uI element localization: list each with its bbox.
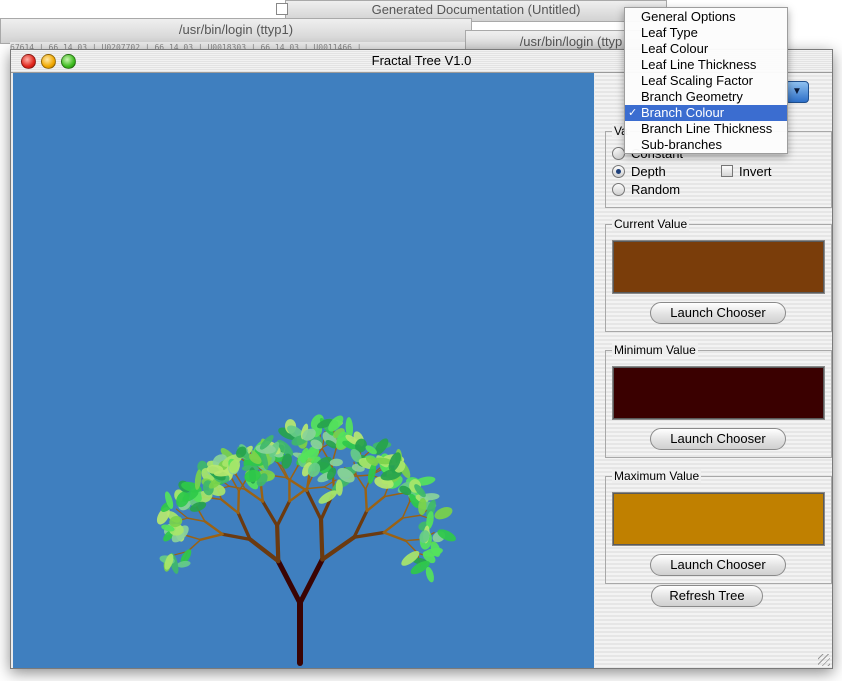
options-panel: ▼ Va Constant Depth Random Invert Curren… [595, 73, 832, 668]
menu-item-label: Sub-branches [641, 137, 722, 152]
menu-item-leaf-line-thickness[interactable]: Leaf Line Thickness [625, 57, 787, 73]
checkmark-icon: ✓ [628, 107, 638, 119]
bg-window-title: /usr/bin/login (ttyp [519, 34, 623, 49]
menu-item-label: Branch Line Thickness [641, 121, 773, 136]
checkbox-label: Invert [739, 164, 772, 179]
minimum-value-label: Minimum Value [612, 343, 698, 357]
bg-window-title: /usr/bin/login (ttyp1) [178, 22, 294, 37]
menu-item-label: Leaf Line Thickness [641, 57, 757, 72]
current-color-swatch [612, 240, 825, 294]
menu-item-leaf-type[interactable]: Leaf Type [625, 25, 787, 41]
bg-window-title: Generated Documentation (Untitled) [371, 2, 581, 17]
checkbox-icon[interactable] [721, 165, 733, 177]
maximum-value-group: Maximum Value Launch Chooser [605, 469, 832, 584]
menu-item-label: Leaf Type [641, 25, 698, 40]
radio-random[interactable]: Random [612, 183, 680, 197]
bg-checkbox-icon [276, 3, 288, 15]
invert-checkbox[interactable]: Invert [721, 165, 772, 179]
launch-chooser-button-minimum[interactable]: Launch Chooser [650, 428, 786, 450]
current-value-group: Current Value Launch Chooser [605, 217, 832, 332]
menu-item-label: Branch Colour [641, 105, 725, 120]
fractal-tree-drawing [156, 414, 456, 666]
launch-chooser-button-current[interactable]: Launch Chooser [650, 302, 786, 324]
maximum-value-label: Maximum Value [612, 469, 702, 483]
menu-item-leaf-scaling-factor[interactable]: Leaf Scaling Factor [625, 73, 787, 89]
menu-item-label: General Options [641, 9, 736, 24]
maximum-color-swatch [612, 492, 825, 546]
tree-canvas [13, 73, 594, 668]
refresh-tree-button[interactable]: Refresh Tree [651, 585, 763, 607]
launch-chooser-button-maximum[interactable]: Launch Chooser [650, 554, 786, 576]
menu-item-leaf-colour[interactable]: Leaf Colour [625, 41, 787, 57]
menu-item-branch-geometry[interactable]: Branch Geometry [625, 89, 787, 105]
menu-item-general-options[interactable]: General Options [625, 9, 787, 25]
current-value-label: Current Value [612, 217, 690, 231]
options-dropdown-menu: General Options Leaf Type Leaf Colour Leaf … [624, 7, 788, 154]
menu-item-label: Leaf Scaling Factor [641, 73, 754, 88]
radio-depth[interactable]: Depth [612, 165, 666, 179]
menu-item-label: Leaf Colour [641, 41, 709, 56]
menu-item-sub-branches[interactable]: Sub-branches [625, 137, 787, 153]
minimum-color-swatch [612, 366, 825, 420]
radio-label: Random [631, 182, 681, 197]
resize-grip-icon[interactable] [818, 654, 830, 666]
radio-label: Depth [631, 164, 666, 179]
radio-button-icon[interactable] [612, 183, 625, 196]
minimum-value-group: Minimum Value Launch Chooser [605, 343, 832, 458]
popup-arrow-icon[interactable]: ▼ [785, 81, 809, 103]
menu-item-branch-line-thickness[interactable]: Branch Line Thickness [625, 121, 787, 137]
tree-leaves [156, 414, 456, 583]
menu-item-branch-colour[interactable]: ✓ Branch Colour [625, 105, 787, 121]
radio-button-icon[interactable] [612, 165, 625, 178]
menu-item-label: Branch Geometry [641, 89, 743, 104]
bg-window-terminal-1[interactable]: /usr/bin/login (ttyp1) [0, 18, 472, 44]
